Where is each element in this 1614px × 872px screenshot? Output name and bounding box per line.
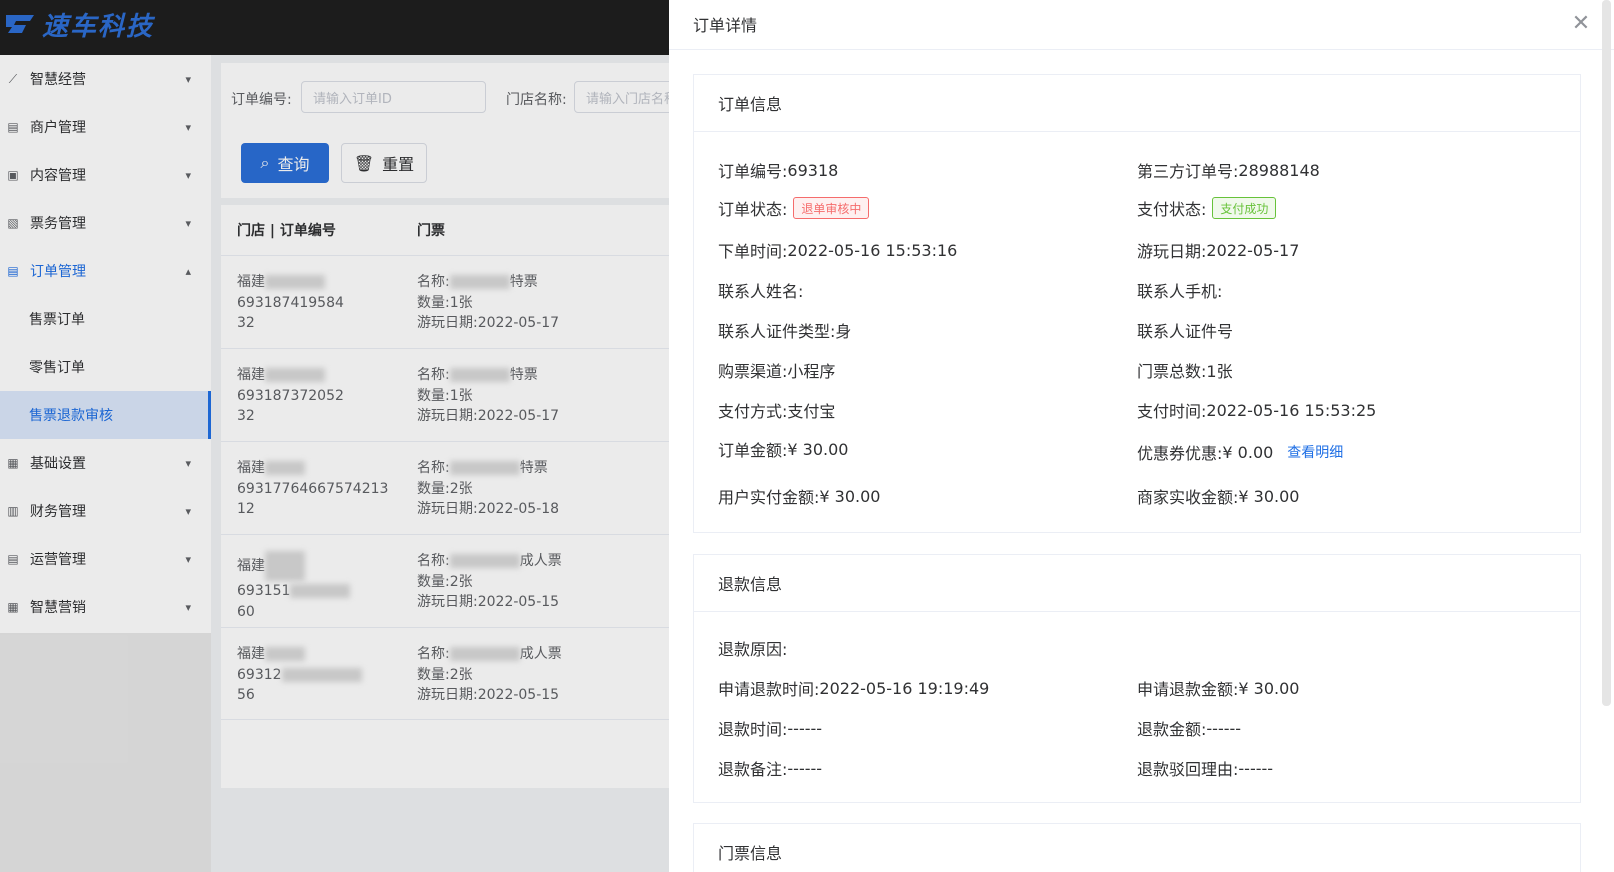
view-detail-link[interactable]: 查看明细: [1287, 442, 1343, 462]
drawer-header: 订单详情 ✕: [669, 0, 1614, 50]
field-order-time: 下单时间: 2022-05-16 15:53:16: [718, 240, 958, 262]
field-apply-amount: 申请退款金额: ¥ 30.00: [1137, 678, 1300, 700]
order-info-section: 订单信息 订单编号: 69318 第三方订单号: 28988148 订单状态: 退单…: [693, 74, 1581, 533]
close-icon[interactable]: ✕: [1569, 11, 1593, 36]
field-refund-time: 退款时间: ------: [718, 718, 823, 740]
field-total-tickets: 门票总数: 1张: [1137, 362, 1233, 381]
section-title: 退款信息: [694, 555, 1580, 612]
scrollbar[interactable]: [1602, 0, 1611, 706]
field-third-party-no: 第三方订单号: 28988148: [1137, 160, 1320, 182]
field-order-status: 订单状态: 退单审核中: [718, 196, 870, 220]
field-contact-phone: 联系人手机:: [1137, 282, 1223, 301]
field-pay-status: 支付状态: 支付成功: [1137, 196, 1277, 220]
section-title: 订单信息: [694, 75, 1580, 132]
field-pay-time: 支付时间: 2022-05-16 15:53:25: [1137, 400, 1377, 422]
field-reject-reason: 退款驳回理由: ------: [1137, 758, 1274, 780]
field-order-no: 订单编号: 69318: [718, 160, 839, 182]
field-id-no: 联系人证件号: [1137, 322, 1234, 341]
status-badge: 退单审核中: [793, 197, 870, 219]
field-play-date: 游玩日期: 2022-05-17: [1137, 240, 1300, 262]
section-title: 门票信息: [694, 824, 1580, 872]
order-detail-drawer: 订单详情 ✕ 订单信息 订单编号: 69318 第三方订单号: 28988148 订…: [669, 0, 1614, 872]
field-coupon: 优惠券优惠: ¥ 0.00 查看明细: [1137, 442, 1344, 464]
field-contact-name: 联系人姓名:: [718, 282, 804, 301]
field-apply-time: 申请退款时间: 2022-05-16 19:19:49: [718, 678, 990, 700]
drawer-mask[interactable]: [0, 0, 669, 872]
field-received-amount: 商家实收金额: ¥ 30.00: [1137, 486, 1300, 508]
field-paid-amount: 用户实付金额: ¥ 30.00: [718, 486, 881, 508]
field-refund-remark: 退款备注: ------: [718, 758, 823, 780]
status-badge: 支付成功: [1212, 197, 1277, 219]
field-id-type: 联系人证件类型: 身: [718, 322, 852, 341]
refund-info-section: 退款信息 退款原因: 申请退款时间: 2022-05-16 19:19:49 申请…: [693, 554, 1581, 803]
ticket-info-section: 门票信息: [693, 823, 1581, 872]
field-refund-amount: 退款金额: ------: [1137, 718, 1242, 740]
drawer-title: 订单详情: [693, 16, 758, 35]
field-amount: 订单金额: ¥ 30.00: [718, 439, 849, 461]
field-refund-reason: 退款原因:: [718, 640, 788, 659]
field-channel: 购票渠道: 小程序: [718, 362, 836, 381]
field-pay-method: 支付方式: 支付宝: [718, 402, 836, 421]
